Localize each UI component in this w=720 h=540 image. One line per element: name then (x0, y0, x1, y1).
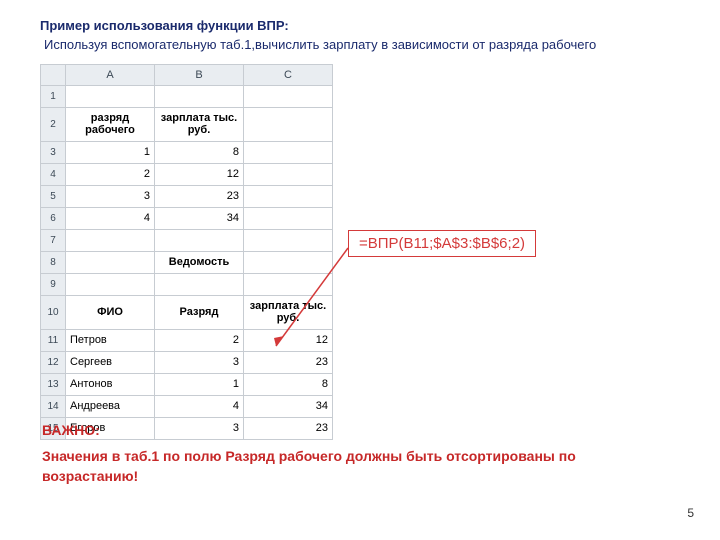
col-header-a: A (66, 64, 155, 85)
t2-header-fio: ФИО (66, 295, 155, 329)
t2-salary: 12 (244, 329, 333, 351)
t2-rank: 4 (155, 395, 244, 417)
row-header: 6 (41, 207, 66, 229)
row-4: 4 2 12 (41, 163, 333, 185)
row-header: 7 (41, 229, 66, 251)
t1-salary: 12 (155, 163, 244, 185)
row-9: 9 (41, 273, 333, 295)
t2-header-salary: зарплата тыс. руб. (244, 295, 333, 329)
row-header: 10 (41, 295, 66, 329)
row-header: 14 (41, 395, 66, 417)
col-header-b: B (155, 64, 244, 85)
t2-salary: 23 (244, 351, 333, 373)
row-header: 1 (41, 85, 66, 107)
row-12: 12 Сергеев 3 23 (41, 351, 333, 373)
t2-rank: 3 (155, 417, 244, 439)
t2-rank: 2 (155, 329, 244, 351)
row-2: 2 разряд рабочего зарплата тыс. руб. (41, 107, 333, 141)
slide-subtitle: Используя вспомогательную таб.1,вычислит… (40, 37, 690, 54)
row-3: 3 1 8 (41, 141, 333, 163)
row-header: 11 (41, 329, 66, 351)
t1-rank: 2 (66, 163, 155, 185)
formula-callout: =ВПР(B11;$A$3:$B$6;2) (348, 230, 536, 257)
t1-salary: 34 (155, 207, 244, 229)
row-13: 13 Антонов 1 8 (41, 373, 333, 395)
row-header: 2 (41, 107, 66, 141)
row-header: 4 (41, 163, 66, 185)
t2-fio: Сергеев (66, 351, 155, 373)
t2-fio: Андреева (66, 395, 155, 417)
row-1: 1 (41, 85, 333, 107)
t2-salary: 34 (244, 395, 333, 417)
row-14: 14 Андреева 4 34 (41, 395, 333, 417)
t2-fio: Антонов (66, 373, 155, 395)
row-10: 10 ФИО Разряд зарплата тыс. руб. (41, 295, 333, 329)
t1-header-rank: разряд рабочего (66, 107, 155, 141)
t2-rank: 3 (155, 351, 244, 373)
row-header: 12 (41, 351, 66, 373)
row-6: 6 4 34 (41, 207, 333, 229)
t2-fio: Петров (66, 329, 155, 351)
important-label: ВАЖНО: (42, 422, 100, 438)
row-header: 9 (41, 273, 66, 295)
page-number: 5 (687, 506, 694, 520)
row-header: 3 (41, 141, 66, 163)
t2-header-rank: Разряд (155, 295, 244, 329)
t2-rank: 1 (155, 373, 244, 395)
row-8: 8 Ведомость (41, 251, 333, 273)
row-5: 5 3 23 (41, 185, 333, 207)
t1-rank: 3 (66, 185, 155, 207)
row-header: 13 (41, 373, 66, 395)
t1-salary: 8 (155, 141, 244, 163)
select-all-cell (41, 64, 66, 85)
row-header: 8 (41, 251, 66, 273)
sheet-title: Ведомость (155, 251, 244, 273)
row-7: 7 (41, 229, 333, 251)
row-11: 11 Петров 2 12 (41, 329, 333, 351)
t1-rank: 4 (66, 207, 155, 229)
t1-salary: 23 (155, 185, 244, 207)
t2-salary: 23 (244, 417, 333, 439)
col-header-c: C (244, 64, 333, 85)
row-header: 5 (41, 185, 66, 207)
important-text: Значения в таб.1 по полю Разряд рабочего… (42, 446, 602, 487)
t1-rank: 1 (66, 141, 155, 163)
t1-header-salary: зарплата тыс. руб. (155, 107, 244, 141)
slide-title: Пример использования функции ВПР: (40, 18, 690, 33)
t2-salary: 8 (244, 373, 333, 395)
spreadsheet: A B C 1 2 разряд рабочего зарплата тыс. … (40, 64, 333, 440)
